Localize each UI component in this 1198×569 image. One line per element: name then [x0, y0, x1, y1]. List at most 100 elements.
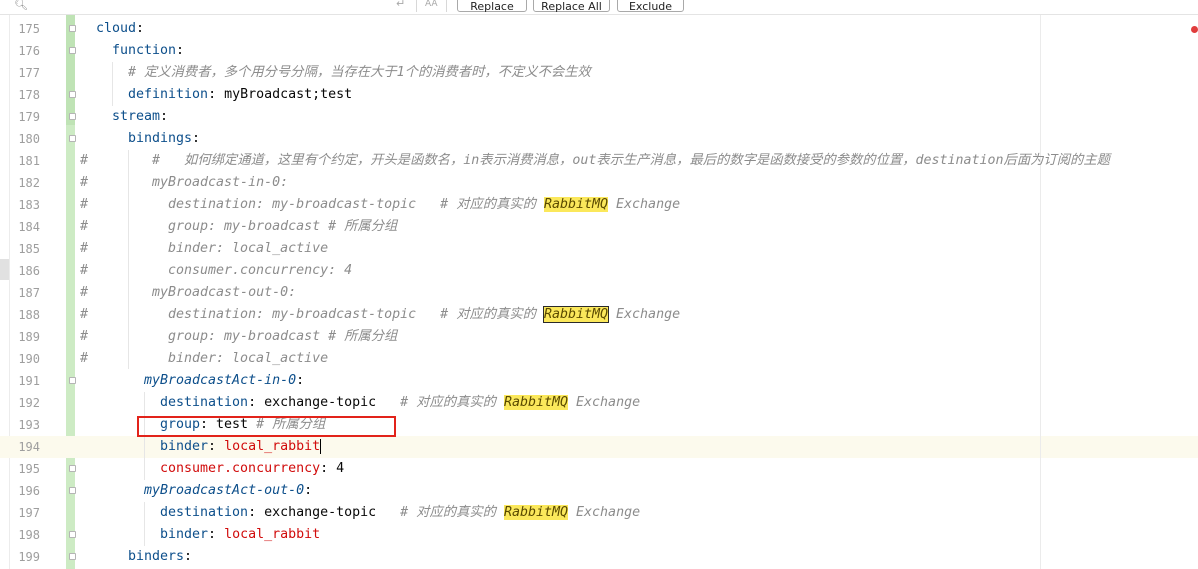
- code-token: :: [176, 43, 185, 58]
- code-text[interactable]: destination: exchange-topic # 对应的真实的 Rab…: [160, 502, 640, 524]
- code-token: : 4: [320, 461, 345, 476]
- code-text[interactable]: destination: exchange-topic # 对应的真实的 Rab…: [160, 392, 640, 414]
- code-line[interactable]: 178 definition: myBroadcast;test: [0, 84, 1198, 106]
- line-number: 189: [18, 330, 40, 344]
- code-line[interactable]: 194 binder: local_rabbit: [0, 436, 1198, 458]
- code-text[interactable]: myBroadcast-out-0:: [152, 282, 296, 304]
- code-token: group: my-broadcast # 所属分组: [168, 219, 398, 234]
- code-token: binders: [128, 549, 185, 564]
- code-token: # 如何绑定通道，这里有个约定，开头是函数名，in表示消费消息，out表示生产消…: [152, 153, 1110, 168]
- replace-button[interactable]: Replace: [457, 0, 527, 13]
- code-line[interactable]: 175 cloud:: [0, 18, 1198, 40]
- fold-toggle-icon[interactable]: [69, 135, 76, 142]
- code-text[interactable]: binder: local_rabbit: [160, 436, 322, 458]
- code-text[interactable]: stream:: [112, 106, 168, 128]
- code-token: group: my-broadcast # 所属分组: [168, 329, 398, 344]
- match-case-icon[interactable]: AA: [425, 0, 438, 9]
- code-text[interactable]: binder: local_rabbit: [160, 524, 320, 546]
- code-text[interactable]: cloud:: [96, 18, 144, 40]
- code-line[interactable]: 186 # consumer.concurrency: 4: [0, 260, 1198, 282]
- search-match-highlight: RabbitMQ: [503, 395, 569, 410]
- fold-toggle-icon[interactable]: [69, 91, 76, 98]
- fold-toggle-icon[interactable]: [69, 465, 76, 472]
- code-line[interactable]: 199 binders:: [0, 546, 1198, 568]
- code-token: :: [192, 131, 201, 146]
- comment-marker: #: [80, 219, 89, 234]
- comment-marker: #: [80, 307, 89, 322]
- code-token: consumer.concurrency: 4: [168, 263, 353, 278]
- code-text[interactable]: # 如何绑定通道，这里有个约定，开头是函数名，in表示消费消息，out表示生产消…: [152, 150, 1110, 172]
- fold-toggle-icon[interactable]: [69, 25, 76, 32]
- code-line[interactable]: 188 # destination: my-broadcast-topic # 对应…: [0, 304, 1198, 326]
- exclude-button[interactable]: Exclude: [617, 0, 684, 13]
- code-token: consumer.concurrency: [160, 461, 321, 476]
- search-icon[interactable]: 🔍︎▾: [14, 0, 32, 24]
- line-number: 176: [18, 44, 40, 58]
- line-number: 194: [18, 440, 40, 454]
- code-token: : exchange-topic: [248, 505, 401, 520]
- code-token: :: [296, 373, 305, 388]
- line-number: 193: [18, 418, 40, 432]
- code-line[interactable]: 183 # destination: my-broadcast-topic # 对应…: [0, 194, 1198, 216]
- code-line[interactable]: 181 # # 如何绑定通道，这里有个约定，开头是函数名，in表示消费消息，out表…: [0, 150, 1198, 172]
- code-token: destination: [160, 505, 249, 520]
- fold-toggle-icon[interactable]: [69, 377, 76, 384]
- comment-marker: #: [80, 175, 89, 190]
- code-token: cloud: [96, 21, 137, 36]
- code-text[interactable]: binder: local_active: [168, 348, 328, 370]
- code-token: # 定义消费者，多个用分号分隔，当存在大于1个的消费者时，不定义不会生效: [128, 65, 591, 80]
- code-text[interactable]: function:: [112, 40, 184, 62]
- code-text[interactable]: binders:: [128, 546, 192, 568]
- code-text[interactable]: destination: my-broadcast-topic # 对应的真实的…: [168, 194, 680, 216]
- code-line[interactable]: 182 # myBroadcast-in-0:: [0, 172, 1198, 194]
- fold-toggle-icon[interactable]: [69, 487, 76, 494]
- code-line[interactable]: 176 function:: [0, 40, 1198, 62]
- code-line[interactable]: 184 # group: my-broadcast # 所属分组: [0, 216, 1198, 238]
- code-token: destination: my-broadcast-topic # 对应的真实的: [168, 307, 544, 322]
- code-text[interactable]: bindings:: [128, 128, 200, 150]
- code-text[interactable]: destination: my-broadcast-topic # 对应的真实的…: [168, 304, 680, 326]
- code-text[interactable]: binder: local_active: [168, 238, 328, 260]
- enter-icon[interactable]: ↵: [396, 0, 405, 10]
- code-text[interactable]: consumer.concurrency: 4: [168, 260, 352, 282]
- code-token: : myBroadcast;test: [208, 87, 353, 102]
- comment-marker: #: [80, 329, 89, 344]
- code-line[interactable]: 197 destination: exchange-topic # 对应的真实的 …: [0, 502, 1198, 524]
- comment-marker: #: [80, 241, 89, 256]
- code-token: # 对应的真实的: [400, 395, 504, 410]
- code-line[interactable]: 185 # binder: local_active: [0, 238, 1198, 260]
- code-line[interactable]: 187 # myBroadcast-out-0:: [0, 282, 1198, 304]
- code-text[interactable]: myBroadcast-in-0:: [152, 172, 288, 194]
- code-line[interactable]: 190 # binder: local_active: [0, 348, 1198, 370]
- code-text[interactable]: definition: myBroadcast;test: [128, 84, 352, 106]
- code-token: bindings: [128, 131, 193, 146]
- search-match-highlight: RabbitMQ: [542, 306, 610, 323]
- fold-toggle-icon[interactable]: [69, 531, 76, 538]
- code-text[interactable]: consumer.concurrency: 4: [160, 458, 344, 480]
- search-input[interactable]: [34, 0, 384, 12]
- line-number: 199: [18, 550, 40, 564]
- fold-toggle-icon[interactable]: [69, 47, 76, 54]
- replace-all-button[interactable]: Replace All: [533, 0, 610, 13]
- code-line[interactable]: 196 myBroadcastAct-out-0:: [0, 480, 1198, 502]
- code-text[interactable]: myBroadcastAct-in-0:: [144, 370, 304, 392]
- code-token: :: [208, 527, 225, 542]
- code-line[interactable]: 191 myBroadcastAct-in-0:: [0, 370, 1198, 392]
- comment-marker: #: [80, 263, 89, 278]
- code-text[interactable]: # 定义消费者，多个用分号分隔，当存在大于1个的消费者时，不定义不会生效: [128, 62, 591, 84]
- code-line[interactable]: 189 # group: my-broadcast # 所属分组: [0, 326, 1198, 348]
- code-line[interactable]: 179 stream:: [0, 106, 1198, 128]
- line-number: 198: [18, 528, 40, 542]
- code-token: :: [304, 483, 313, 498]
- code-text[interactable]: group: my-broadcast # 所属分组: [168, 326, 397, 348]
- comment-marker: #: [80, 197, 89, 212]
- code-line[interactable]: 198 binder: local_rabbit: [0, 524, 1198, 546]
- code-text[interactable]: myBroadcastAct-out-0:: [144, 480, 312, 502]
- code-line[interactable]: 195 consumer.concurrency: 4: [0, 458, 1198, 480]
- code-line[interactable]: 177 # 定义消费者，多个用分号分隔，当存在大于1个的消费者时，不定义不会生效: [0, 62, 1198, 84]
- code-text[interactable]: group: my-broadcast # 所属分组: [168, 216, 397, 238]
- fold-toggle-icon[interactable]: [69, 553, 76, 560]
- fold-toggle-icon[interactable]: [69, 113, 76, 120]
- code-line[interactable]: 180 bindings:: [0, 128, 1198, 150]
- code-line[interactable]: 192 destination: exchange-topic # 对应的真实的 …: [0, 392, 1198, 414]
